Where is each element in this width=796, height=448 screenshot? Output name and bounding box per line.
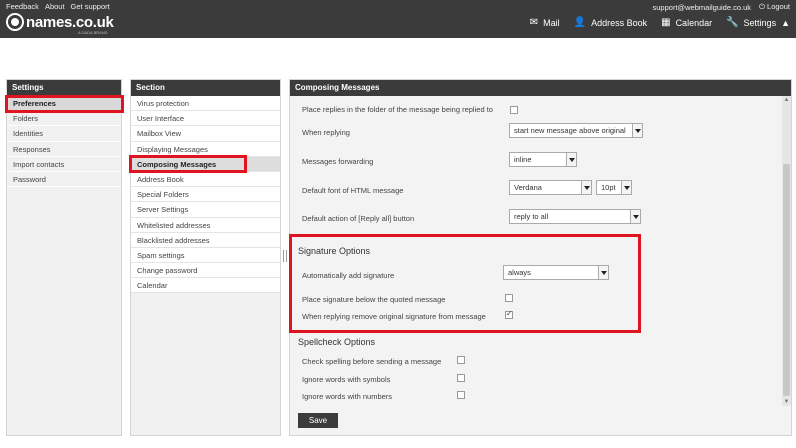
- preferences-form: Place replies in the folder of the messa…: [290, 96, 782, 406]
- chevron-down-icon: [581, 181, 591, 194]
- caret-up-icon: ▲: [781, 17, 790, 28]
- scroll-down-icon[interactable]: ▼: [783, 398, 790, 406]
- settings-panel-title: Settings: [7, 80, 121, 96]
- remove-original-signature-checkbox[interactable]: [505, 309, 513, 319]
- content-scrollbar[interactable]: ▲ ▼: [782, 96, 791, 406]
- logout-link[interactable]: ⏻ Logout: [759, 2, 790, 12]
- settings-item-password[interactable]: Password: [7, 172, 121, 188]
- section-item-special-folders[interactable]: Special Folders: [131, 187, 280, 203]
- section-panel-title: Section: [131, 80, 280, 96]
- nav-settings-label: Settings: [743, 17, 777, 28]
- auto-add-signature-label: Automatically add signature: [302, 271, 395, 280]
- person-icon: 👤: [573, 17, 587, 28]
- ignore-symbols-label: Ignore words with symbols: [302, 375, 391, 384]
- default-font-label: Default font of HTML message: [302, 186, 404, 195]
- section-item-virus-protection[interactable]: Virus protection: [131, 96, 280, 112]
- save-button[interactable]: Save: [298, 413, 338, 428]
- panel-splitter[interactable]: [283, 250, 287, 262]
- forwarding-select[interactable]: inline: [509, 152, 577, 167]
- forwarding-value: inline: [514, 155, 532, 164]
- feedback-link[interactable]: Feedback: [6, 2, 39, 11]
- settings-item-folders[interactable]: Folders: [7, 111, 121, 127]
- signature-below-quoted-checkbox[interactable]: [505, 294, 513, 302]
- check-spelling-label: Check spelling before sending a message: [302, 357, 442, 366]
- auto-add-signature-value: always: [508, 268, 531, 277]
- section-item-mailbox-view[interactable]: Mailbox View: [131, 126, 280, 142]
- remove-original-signature-label: When replying remove original signature …: [302, 312, 486, 321]
- logo-tagline: A DADA BRAND: [78, 30, 108, 35]
- section-item-address-book[interactable]: Address Book: [131, 171, 280, 188]
- logo-brand: names.co.uk: [26, 13, 114, 31]
- ignore-numbers-checkbox[interactable]: [457, 391, 465, 399]
- section-item-change-password[interactable]: Change password: [131, 263, 280, 279]
- font-size-select[interactable]: 10pt: [596, 180, 632, 195]
- content-panel: Composing Messages Place replies in the …: [289, 79, 792, 436]
- top-bar: Feedback About Get support support@webma…: [0, 0, 796, 38]
- font-size-value: 10pt: [601, 183, 616, 192]
- account-area: support@webmailguide.co.uk ⏻ Logout: [653, 2, 790, 12]
- section-item-whitelisted-addresses[interactable]: Whitelisted addresses: [131, 217, 280, 233]
- settings-panel: Settings Preferences Folders Identities …: [6, 79, 122, 436]
- logo-mark-icon: [6, 13, 24, 31]
- section-item-displaying-messages[interactable]: Displaying Messages: [131, 141, 280, 157]
- when-replying-value: start new message above original: [514, 126, 626, 135]
- signature-options-title: Signature Options: [298, 246, 371, 256]
- section-item-blacklisted-addresses[interactable]: Blacklisted addresses: [131, 232, 280, 248]
- calendar-icon: ▦: [661, 17, 671, 28]
- settings-item-preferences[interactable]: Preferences: [7, 96, 121, 112]
- section-item-user-interface[interactable]: User Interface: [131, 111, 280, 127]
- section-item-spam-settings[interactable]: Spam settings: [131, 247, 280, 264]
- settings-item-responses[interactable]: Responses: [7, 142, 121, 157]
- forwarding-label: Messages forwarding: [302, 157, 374, 166]
- check-spelling-checkbox[interactable]: [457, 356, 465, 364]
- content-panel-title: Composing Messages: [290, 80, 791, 96]
- section-panel: Section Virus protection User Interface …: [130, 79, 281, 436]
- logout-label: Logout: [767, 2, 790, 11]
- nav-mail[interactable]: ✉ Mail: [530, 17, 560, 28]
- nav-address-book[interactable]: 👤 Address Book: [574, 17, 647, 28]
- main-nav: ✉ Mail 👤 Address Book ▦ Calendar 🔧 Setti…: [530, 17, 790, 28]
- about-link[interactable]: About: [45, 2, 65, 11]
- reply-all-label: Default action of [Reply all] button: [302, 214, 415, 223]
- chevron-down-icon: [630, 210, 640, 223]
- power-icon: ⏻: [759, 2, 765, 11]
- auto-add-signature-select[interactable]: always: [503, 265, 609, 280]
- spellcheck-options-title: Spellcheck Options: [298, 337, 376, 347]
- settings-item-identities[interactable]: Identities: [7, 126, 121, 142]
- ignore-symbols-checkbox[interactable]: [457, 374, 465, 382]
- ignore-numbers-label: Ignore words with numbers: [302, 392, 393, 401]
- wrench-icon: 🔧: [726, 17, 739, 28]
- section-item-composing-messages[interactable]: Composing Messages: [131, 156, 280, 172]
- get-support-link[interactable]: Get support: [71, 2, 110, 11]
- reply-all-select[interactable]: reply to all: [509, 209, 641, 224]
- replies-folder-label: Place replies in the folder of the messa…: [302, 105, 493, 114]
- settings-item-import-contacts[interactable]: Import contacts: [7, 157, 121, 172]
- account-email: support@webmailguide.co.uk: [652, 2, 752, 12]
- when-replying-select[interactable]: start new message above original: [509, 123, 643, 138]
- reply-all-value: reply to all: [514, 212, 549, 221]
- nav-address-book-label: Address Book: [591, 17, 648, 28]
- when-replying-label: When replying: [302, 128, 350, 137]
- nav-mail-label: Mail: [543, 17, 560, 28]
- replies-folder-checkbox[interactable]: [510, 106, 518, 114]
- scroll-up-icon[interactable]: ▲: [783, 96, 790, 104]
- chevron-down-icon: [621, 181, 631, 194]
- top-links: Feedback About Get support: [6, 2, 110, 11]
- chevron-down-icon: [632, 124, 642, 137]
- nav-settings[interactable]: 🔧 Settings ▲: [726, 17, 790, 28]
- nav-calendar-label: Calendar: [675, 17, 713, 28]
- section-item-server-settings[interactable]: Server Settings: [131, 202, 280, 218]
- nav-calendar[interactable]: ▦ Calendar: [661, 17, 712, 28]
- section-item-calendar[interactable]: Calendar: [131, 278, 280, 294]
- chevron-down-icon: [566, 153, 576, 166]
- signature-below-quoted-label: Place signature below the quoted message: [302, 295, 446, 304]
- logo[interactable]: names.co.uk A DADA BRAND: [6, 13, 114, 35]
- chevron-down-icon: [598, 266, 608, 279]
- font-value: Verdana: [514, 183, 542, 192]
- font-select[interactable]: Verdana: [509, 180, 592, 195]
- scrollbar-thumb[interactable]: [783, 164, 790, 396]
- mail-icon: ✉: [529, 17, 539, 28]
